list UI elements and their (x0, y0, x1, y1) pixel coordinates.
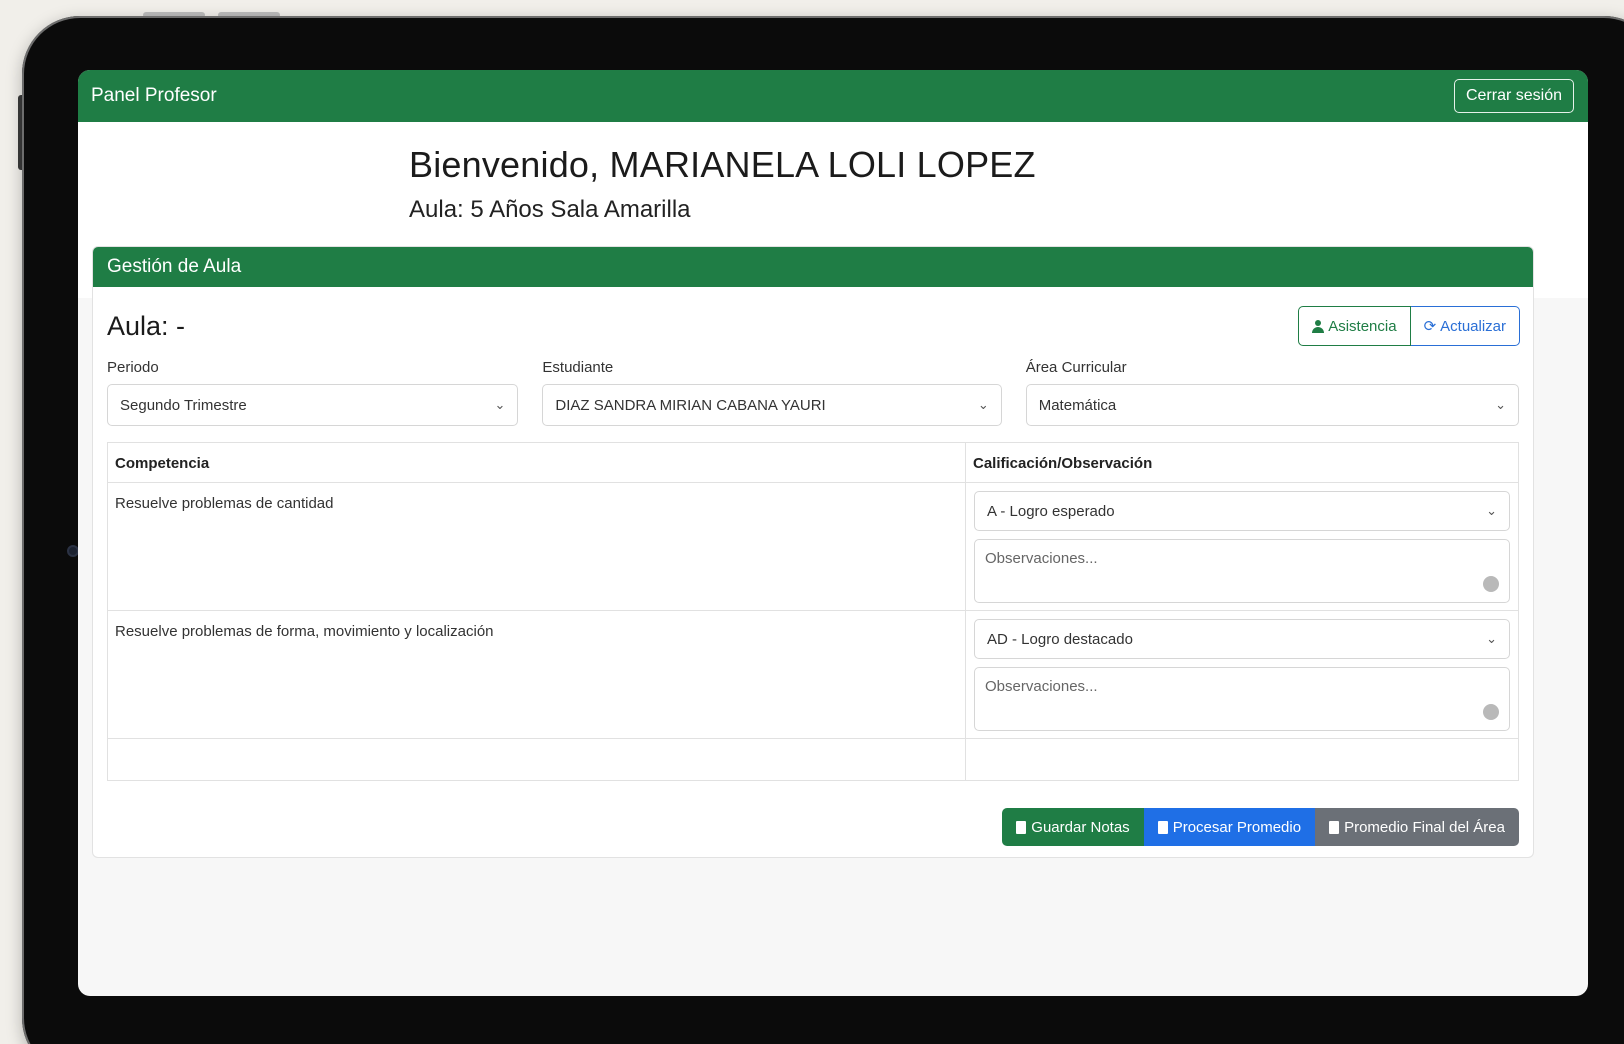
chevron-down-icon: ⌄ (494, 397, 506, 412)
filter-estudiante: Estudiante DIAZ SANDRA MIRIAN CABANA YAU… (542, 359, 1002, 426)
asistencia-button[interactable]: Asistencia (1298, 306, 1411, 346)
grade-cell: AD - Logro destacado ⌄ Observaciones... (965, 610, 1519, 739)
competencias-table: Competencia Calificación/Observación Res… (107, 442, 1519, 781)
chevron-down-icon: ⌄ (1486, 631, 1497, 646)
grade-value: A - Logro esperado (987, 502, 1115, 520)
actualizar-label: Actualizar (1440, 317, 1506, 335)
procesar-promedio-button[interactable]: Procesar Promedio (1143, 808, 1316, 846)
refresh-icon: ⟳ (1423, 318, 1437, 335)
chevron-down-icon: ⌄ (977, 397, 989, 412)
table-row-empty (107, 738, 1519, 781)
welcome-title: Bienvenido, MARIANELA LOLI LOPEZ (409, 144, 1036, 185)
header-competencia: Competencia (107, 442, 966, 483)
observaciones-placeholder: Observaciones... (985, 678, 1098, 695)
guardar-notas-button[interactable]: Guardar Notas (1002, 808, 1144, 846)
grade-cell: A - Logro esperado ⌄ Observaciones... (965, 482, 1519, 611)
estudiante-label: Estudiante (542, 359, 614, 376)
table-row: Resuelve problemas de cantidad A - Logro… (107, 482, 1519, 611)
observaciones-placeholder: Observaciones... (985, 550, 1098, 567)
observaciones-textarea[interactable]: Observaciones... (974, 539, 1510, 603)
competencia-cell: Resuelve problemas de cantidad (107, 482, 966, 611)
app-screen: Panel Profesor Cerrar sesión Bienvenido,… (78, 70, 1588, 996)
table-header-row: Competencia Calificación/Observación (107, 442, 1519, 483)
brand[interactable]: Panel Profesor (91, 85, 217, 107)
card-body: Aula: - Asistencia ⟳ Actualizar Periodo (93, 287, 1533, 846)
periodo-label: Periodo (107, 359, 159, 376)
aula-row: Aula: - Asistencia ⟳ Actualizar (107, 306, 1520, 346)
aula-title: Aula: - (107, 310, 186, 341)
filter-periodo: Periodo Segundo Trimestre ⌄ (107, 359, 519, 426)
observaciones-textarea[interactable]: Observaciones... (974, 667, 1510, 731)
guardar-label: Guardar Notas (1031, 818, 1130, 836)
area-value: Matemática (1038, 396, 1117, 414)
grade-select[interactable]: A - Logro esperado ⌄ (974, 491, 1510, 531)
chevron-down-icon: ⌄ (1486, 503, 1497, 518)
promedio-final-label: Promedio Final del Área (1344, 818, 1505, 836)
filters: Periodo Segundo Trimestre ⌄ Estudiante D… (107, 359, 1519, 426)
card-header: Gestión de Aula (93, 247, 1533, 287)
competencia-cell: Resuelve problemas de forma, movimiento … (107, 610, 966, 739)
file-icon (1157, 820, 1168, 834)
navbar: Panel Profesor Cerrar sesión (78, 70, 1588, 122)
resize-icon (1483, 704, 1499, 720)
welcome-aula: Aula: 5 Años Sala Amarilla (409, 196, 691, 223)
promedio-final-button[interactable]: Promedio Final del Área (1315, 808, 1519, 846)
grade-select[interactable]: AD - Logro destacado ⌄ (974, 619, 1510, 659)
header-calificacion: Calificación/Observación (965, 442, 1519, 483)
empty-cell (107, 738, 966, 781)
estudiante-select[interactable]: DIAZ SANDRA MIRIAN CABANA YAURI ⌄ (542, 384, 1002, 426)
periodo-value: Segundo Trimestre (120, 396, 247, 414)
aula-button-group: Asistencia ⟳ Actualizar (1298, 306, 1520, 346)
empty-cell (965, 738, 1519, 781)
grade-value: AD - Logro destacado (987, 630, 1133, 648)
file-icon (1329, 820, 1340, 834)
table-row: Resuelve problemas de forma, movimiento … (107, 610, 1519, 739)
resize-icon (1483, 576, 1499, 592)
gestion-card: Gestión de Aula Aula: - Asistencia ⟳ Act… (92, 246, 1534, 858)
periodo-select[interactable]: Segundo Trimestre ⌄ (107, 384, 519, 426)
action-buttons: Guardar Notas Procesar Promedio Promedio… (1002, 808, 1519, 846)
area-select[interactable]: Matemática ⌄ (1025, 384, 1519, 426)
procesar-label: Procesar Promedio (1172, 818, 1302, 836)
actualizar-button[interactable]: ⟳ Actualizar (1410, 306, 1520, 346)
user-check-icon (1312, 319, 1325, 333)
filter-area: Área Curricular Matemática ⌄ (1025, 359, 1519, 426)
file-icon (1016, 820, 1027, 834)
area-label: Área Curricular (1025, 359, 1127, 376)
estudiante-value: DIAZ SANDRA MIRIAN CABANA YAURI (555, 396, 826, 414)
logout-button[interactable]: Cerrar sesión (1453, 79, 1574, 113)
chevron-down-icon: ⌄ (1495, 397, 1506, 412)
asistencia-label: Asistencia (1328, 317, 1397, 335)
